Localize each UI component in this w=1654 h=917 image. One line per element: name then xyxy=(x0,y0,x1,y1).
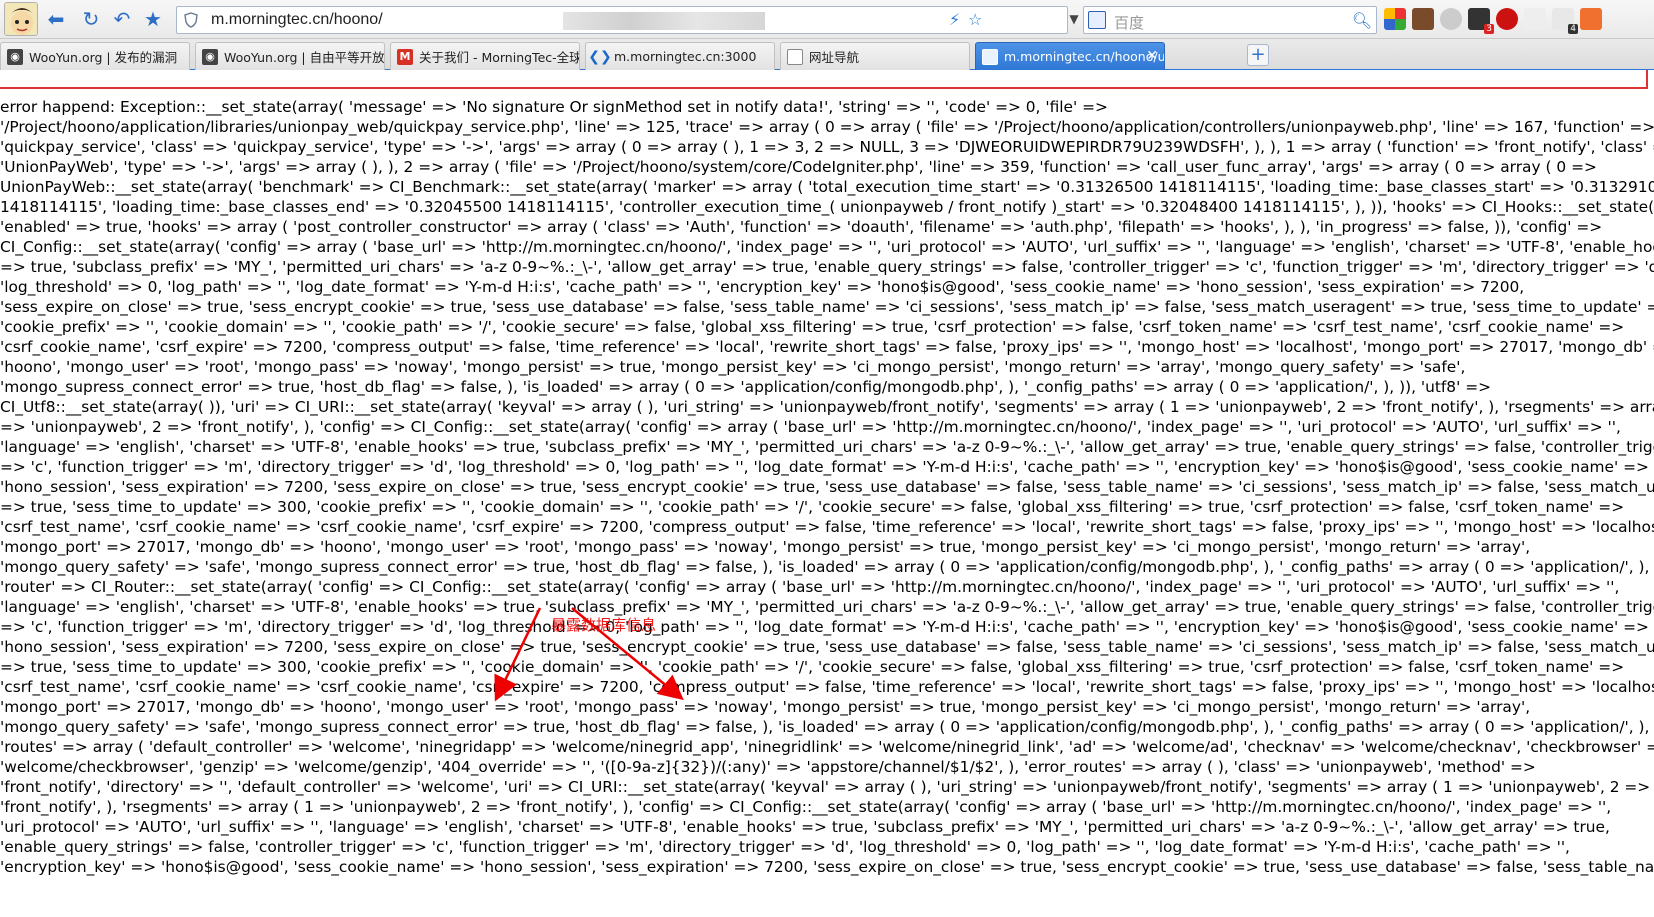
user-avatar[interactable] xyxy=(4,2,38,36)
error-line: 'mongo_query_safety' => 'safe', 'mongo_s… xyxy=(0,558,1654,576)
new-tab-button[interactable]: + xyxy=(1247,44,1269,66)
tab-label: 网址导航 xyxy=(809,50,860,65)
extension-orange-icon[interactable] xyxy=(1580,8,1602,30)
red-highlight-border xyxy=(0,70,1648,89)
vscode-favicon: ❮❯ xyxy=(588,48,612,65)
tab-label: m.morningtec.cn/hoono/u xyxy=(1004,49,1165,64)
error-line: 'welcome/checkbrowser', 'genzip' => 'wel… xyxy=(0,758,1536,776)
extension-gray-icon[interactable] xyxy=(1440,8,1462,30)
extension-red-icon[interactable] xyxy=(1496,8,1518,30)
error-line: 'uri_protocol' => 'AUTO', 'url_suffix' =… xyxy=(0,818,1610,836)
security-icon xyxy=(183,12,199,28)
error-line: => 'c', 'function_trigger' => 'm', 'dire… xyxy=(0,458,1649,476)
error-line: 'csrf_cookie_name', 'csrf_expire' => 720… xyxy=(0,338,1654,356)
error-line: 'mongo_supress_connect_error' => true, '… xyxy=(0,378,1492,396)
error-line: UnionPayWeb::__set_state(array( 'benchma… xyxy=(0,178,1654,196)
tab-wooyun-home[interactable]: ◉ WooYun.org | 自由平等开放 xyxy=(195,42,385,70)
bookmark-star-icon[interactable]: ★ xyxy=(141,7,165,31)
error-line: 'routes' => array ( 'default_controller'… xyxy=(0,738,1654,756)
tab-label: m.morningtec.cn:3000 xyxy=(614,49,757,64)
error-line: 'sess_expire_on_close' => true, 'sess_en… xyxy=(0,298,1654,316)
address-url[interactable]: m.morningtec.cn/hoono/ xyxy=(211,11,383,29)
error-line: 'router' => CI_Router::__set_state(array… xyxy=(0,578,1620,596)
page-favicon xyxy=(787,48,803,65)
tab-strip: ◉ WooYun.org | 发布的漏洞 ◉ WooYun.org | 自由平等… xyxy=(0,39,1654,70)
annotation-label: 暴露数据库信息 xyxy=(551,616,657,634)
close-icon[interactable]: ✕ xyxy=(1146,48,1158,64)
extension-badge: 4 xyxy=(1568,24,1578,34)
tab-label: 关于我们 - MorningTec-全球 xyxy=(419,50,580,65)
gmail-favicon: M xyxy=(397,48,413,65)
error-line: 'encryption_key' => 'hono$is@good', 'ses… xyxy=(0,858,1654,876)
error-dump: error happend: Exception::__set_state(ar… xyxy=(0,97,1654,877)
error-line: 'log_threshold' => 0, 'log_path' => '', … xyxy=(0,278,1525,296)
error-line: => true, 'sess_time_to_update' => 300, '… xyxy=(0,498,1625,516)
error-line: CI_Utf8::__set_state(array( )), 'uri' =>… xyxy=(0,398,1654,416)
error-line: 'mongo_port' => 27017, 'mongo_db' => 'ho… xyxy=(0,698,1531,716)
extension-network-icon[interactable]: 4 xyxy=(1552,8,1578,34)
tab-hoono-active[interactable]: m.morningtec.cn/hoono/u ✕ xyxy=(975,42,1165,70)
error-line: => true, 'subclass_prefix' => 'MY_', 'pe… xyxy=(0,258,1654,276)
error-line: => 'c', 'function_trigger' => 'm', 'dire… xyxy=(0,618,1649,636)
error-line: 'language' => 'english', 'charset' => 'U… xyxy=(0,598,1654,616)
dropdown-icon[interactable]: ▼ xyxy=(1067,7,1081,31)
error-line: 'hono_session', 'sess_expiration' => 720… xyxy=(0,638,1654,656)
error-line: 'cookie_prefix' => '', 'cookie_domain' =… xyxy=(0,318,1625,336)
error-line: 'front_notify', ), 'rsegments' => array … xyxy=(0,798,1612,816)
search-placeholder: 百度 xyxy=(1114,14,1145,32)
wooyun-favicon: ◉ xyxy=(202,48,218,65)
tab-morningtec-about[interactable]: M 关于我们 - MorningTec-全球 xyxy=(390,42,580,70)
baidu-engine-icon[interactable] xyxy=(1088,11,1106,29)
error-line: 'hono_session', 'sess_expiration' => 720… xyxy=(0,478,1654,496)
extension-brown-icon[interactable] xyxy=(1412,8,1434,30)
lightning-icon[interactable]: ⚡ xyxy=(949,10,960,30)
search-box[interactable]: 百度 🔍︎ xyxy=(1083,6,1377,34)
error-line: 'csrf_test_name', 'csrf_cookie_name' => … xyxy=(0,518,1654,536)
error-line: 'UnionPayWeb', 'type' => '->', 'args' =>… xyxy=(0,158,1597,176)
redacted-url-segment xyxy=(563,12,765,30)
error-line: 'enabled' => true, 'hooks' => array ( 'p… xyxy=(0,218,1603,236)
tab-morningtec-3000[interactable]: ❮❯ m.morningtec.cn:3000 xyxy=(585,42,775,70)
error-line: 'hoono', 'mongo_user' => 'root', 'mongo_… xyxy=(0,358,1466,376)
address-bar[interactable]: m.morningtec.cn/hoono/ ⚡ ☆ xyxy=(176,6,1068,34)
error-line: 'mongo_query_safety' => 'safe', 'mongo_s… xyxy=(0,718,1654,736)
error-line: 'mongo_port' => 27017, 'mongo_db' => 'ho… xyxy=(0,538,1531,556)
extension-bird-icon[interactable] xyxy=(1524,8,1546,30)
wooyun-favicon: ◉ xyxy=(7,48,23,65)
page-favicon xyxy=(982,48,998,65)
error-line: CI_Config::__set_state(array( 'config' =… xyxy=(0,238,1654,256)
extension-dark-icon[interactable]: 3 xyxy=(1468,8,1494,34)
browser-toolbar: ⬅ ↻ ↶ ★ m.morningtec.cn/hoono/ ⚡ ☆ ▼ 百度 … xyxy=(0,0,1654,39)
error-line: '/Project/hoono/application/libraries/un… xyxy=(0,118,1654,136)
extension-badge: 3 xyxy=(1484,24,1494,34)
error-line: 'language' => 'english', 'charset' => 'U… xyxy=(0,438,1654,456)
star-icon[interactable]: ☆ xyxy=(968,10,982,30)
refresh-icon[interactable]: ↻ xyxy=(79,7,103,31)
search-icon[interactable]: 🔍︎ xyxy=(1350,9,1374,31)
apps-grid-icon[interactable] xyxy=(1384,8,1406,30)
error-line: 1418114115', 'loading_time:_base_classes… xyxy=(0,198,1654,216)
tab-url-navigation[interactable]: 网址导航 xyxy=(780,42,970,70)
tab-label: WooYun.org | 自由平等开放 xyxy=(224,50,385,65)
error-line: 'enable_query_strings' => false, 'contro… xyxy=(0,838,1570,856)
tab-label: WooYun.org | 发布的漏洞 xyxy=(29,50,178,65)
error-line: 'quickpay_service', 'class' => 'quickpay… xyxy=(0,138,1654,156)
error-line: 'csrf_test_name', 'csrf_cookie_name' => … xyxy=(0,678,1654,696)
tab-wooyun-bugs[interactable]: ◉ WooYun.org | 发布的漏洞 xyxy=(0,42,190,70)
back-icon[interactable]: ⬅ xyxy=(44,7,68,31)
error-line: => 'unionpayweb', 2 => 'front_notify', )… xyxy=(0,418,1621,436)
error-line: error happend: Exception::__set_state(ar… xyxy=(0,98,1108,116)
error-line: => true, 'sess_time_to_update' => 300, '… xyxy=(0,658,1625,676)
error-line: 'front_notify', 'directory' => '', 'defa… xyxy=(0,778,1651,796)
undo-icon[interactable]: ↶ xyxy=(110,7,134,31)
